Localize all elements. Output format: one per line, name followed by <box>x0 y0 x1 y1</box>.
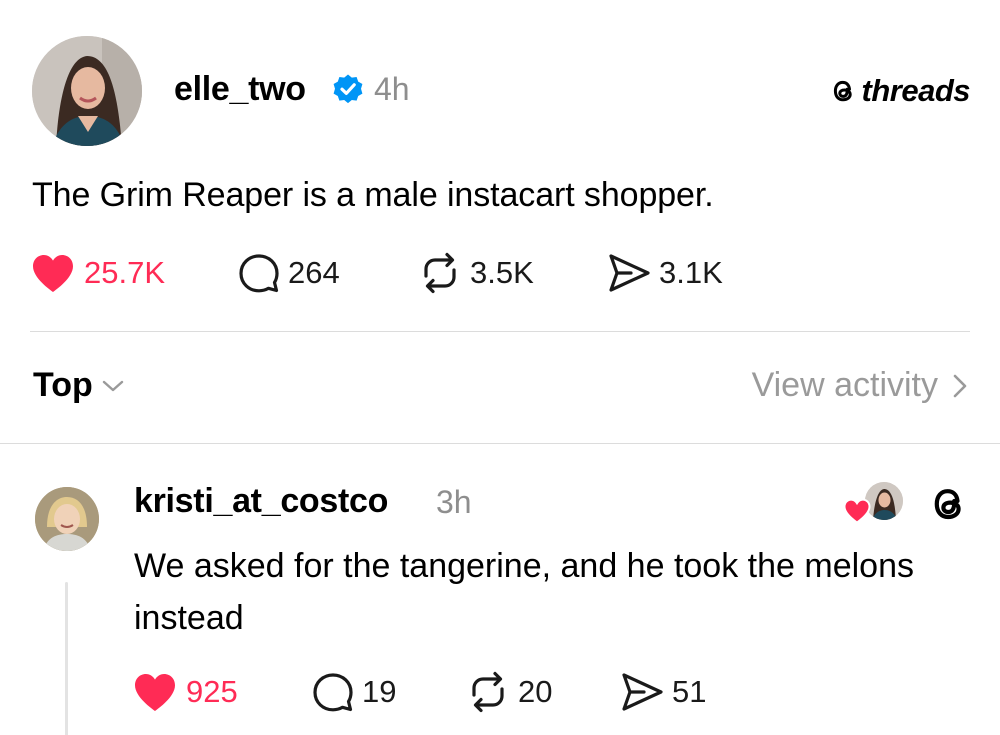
repost-icon <box>472 671 504 713</box>
repost-button[interactable]: 3.5K <box>418 250 534 296</box>
repost-icon <box>424 252 456 294</box>
view-activity-link[interactable]: View activity <box>752 366 968 405</box>
reply-button[interactable]: 264 <box>238 250 340 296</box>
chevron-down-icon <box>102 380 123 391</box>
heart-icon <box>33 255 73 292</box>
like-button[interactable]: 925 <box>132 669 238 715</box>
share-button[interactable]: 3.1K <box>607 250 723 296</box>
author-username[interactable]: elle_two <box>174 70 306 109</box>
like-count: 25.7K <box>84 255 166 290</box>
comment-icon <box>239 254 279 293</box>
repost-button[interactable]: 20 <box>466 669 552 715</box>
reply-button[interactable]: 19 <box>312 669 396 715</box>
verified-badge-icon <box>333 74 363 104</box>
post-timestamp: 4h <box>374 71 410 107</box>
sort-label: Top <box>33 366 93 404</box>
liked-by-author-indicator <box>843 482 907 526</box>
share-count: 51 <box>672 674 707 709</box>
threads-wordmark: threads <box>861 73 971 108</box>
share-icon <box>609 254 650 292</box>
reply-author-avatar[interactable] <box>35 487 99 551</box>
reply-username[interactable]: kristi_at_costco <box>134 482 388 521</box>
like-button[interactable]: 25.7K <box>30 250 165 296</box>
chevron-right-icon <box>953 374 967 397</box>
thread-line <box>65 582 68 735</box>
share-button[interactable]: 51 <box>620 669 706 715</box>
divider <box>30 331 970 332</box>
threads-brand: threads <box>828 73 971 109</box>
original-post: elle_two 4h threads The Grim Reaper is a… <box>0 0 1000 332</box>
author-avatar[interactable] <box>32 36 142 146</box>
heart-icon <box>843 498 871 524</box>
reply-timestamp: 3h <box>436 484 472 520</box>
share-count: 3.1K <box>659 255 723 290</box>
share-icon <box>622 673 663 711</box>
sort-dropdown[interactable]: Top <box>33 366 125 405</box>
heart-icon <box>135 674 175 711</box>
repost-count: 3.5K <box>470 255 534 290</box>
post-text: The Grim Reaper is a male instacart shop… <box>32 176 714 214</box>
reply-count: 19 <box>362 674 397 709</box>
threads-logo-icon[interactable] <box>926 482 970 526</box>
like-count: 925 <box>186 674 238 709</box>
comment-icon <box>313 673 353 712</box>
view-activity-label: View activity <box>751 366 938 404</box>
reply-post: kristi_at_costco 3h We asked for the tan… <box>0 444 1000 735</box>
repost-count: 20 <box>518 674 553 709</box>
threads-logo-icon <box>828 76 858 106</box>
reply-count: 264 <box>288 255 340 290</box>
reply-text: We asked for the tangerine, and he took … <box>134 547 914 637</box>
